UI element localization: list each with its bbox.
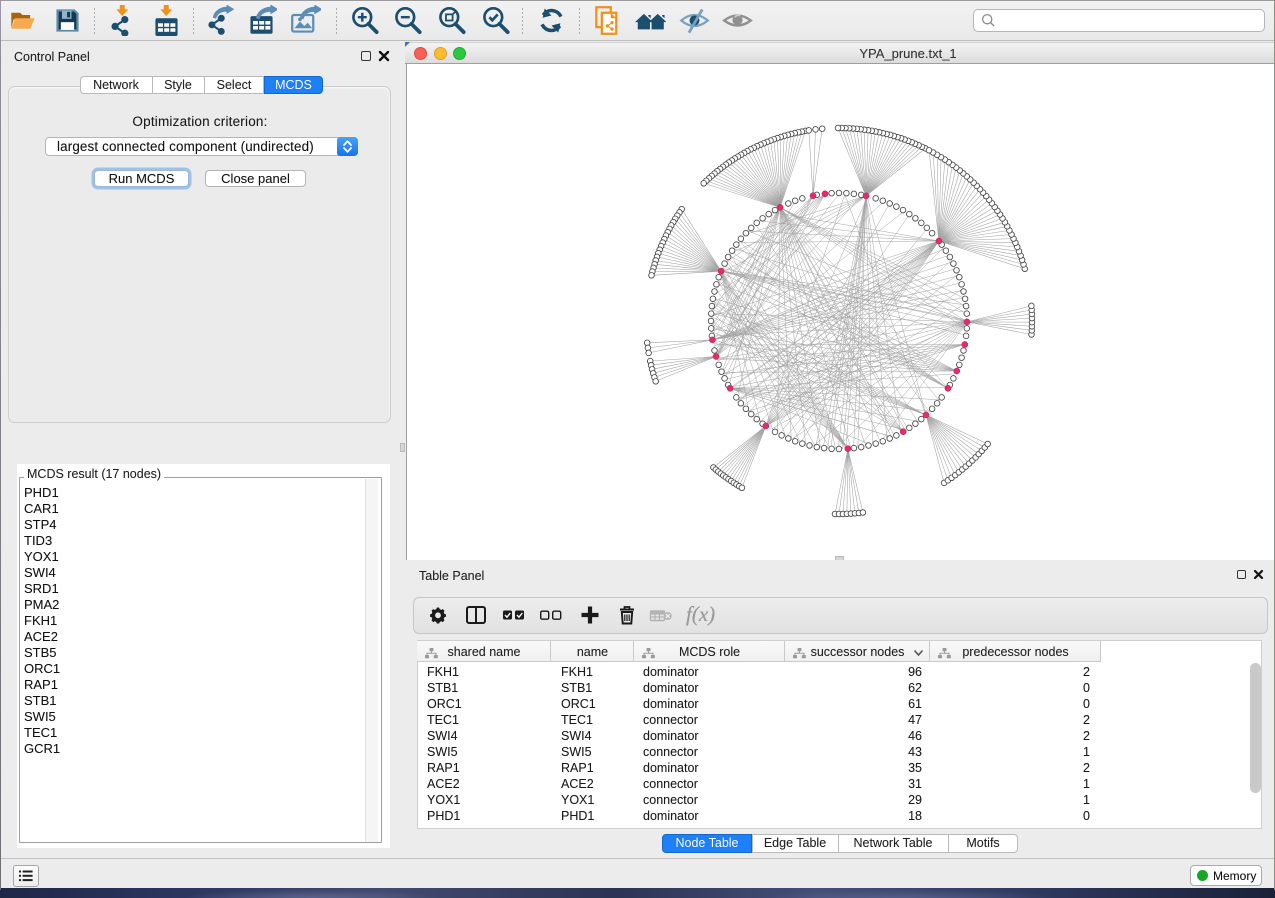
svg-text:f(x): f(x) (686, 602, 715, 626)
